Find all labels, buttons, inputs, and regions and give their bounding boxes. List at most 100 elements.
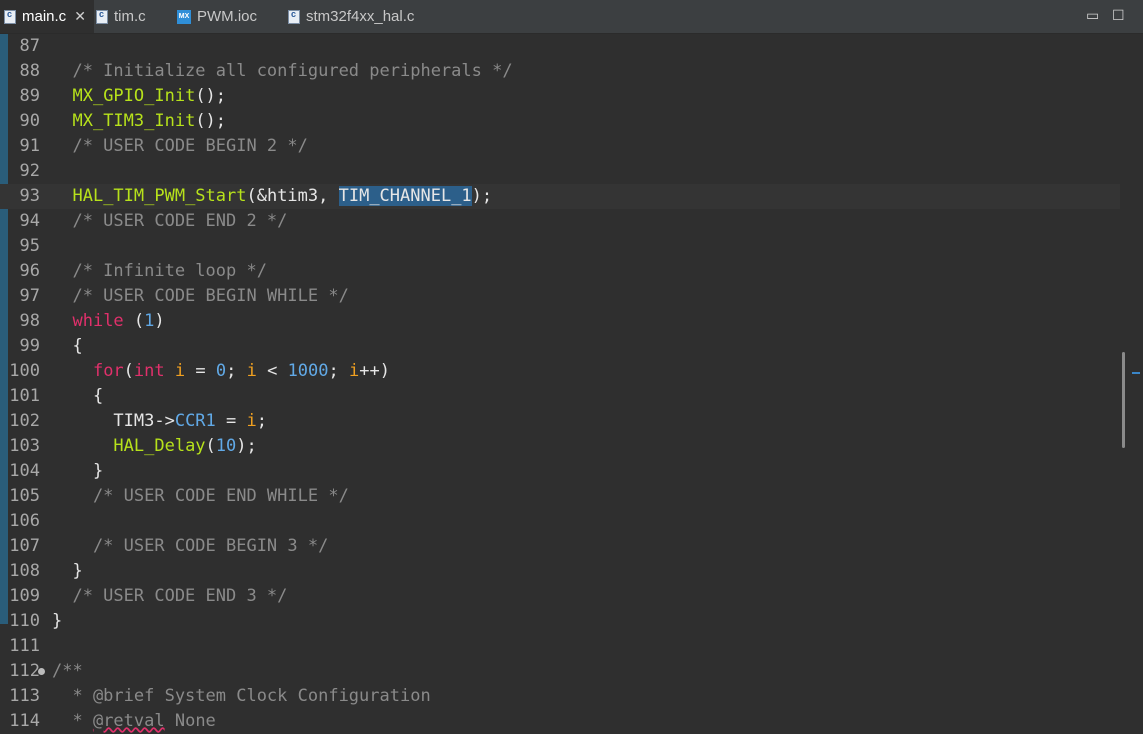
code-line: 94 /* USER CODE END 2 */ <box>0 209 1120 234</box>
line-number: 96 <box>19 261 40 281</box>
code-text: /* USER CODE END 3 */ <box>52 586 288 606</box>
line-number: 110 <box>9 611 40 631</box>
code-line: 89 MX_GPIO_Init(); <box>0 84 1120 109</box>
code-text: } <box>52 611 63 631</box>
line-number: 100 <box>9 361 40 381</box>
code-line: 112 /** <box>0 659 1120 684</box>
code-text: /* USER CODE END 2 */ <box>52 211 288 231</box>
code-text: { <box>52 336 83 356</box>
line-number: 103 <box>9 436 40 456</box>
code-editor[interactable]: 87 88 /* Initialize all configured perip… <box>0 34 1120 734</box>
line-number: 109 <box>9 586 40 606</box>
line-number: 95 <box>19 236 40 256</box>
code-line: 97 /* USER CODE BEGIN WHILE */ <box>0 284 1120 309</box>
text-selection: TIM_CHANNEL_1 <box>338 186 472 206</box>
code-text: /* USER CODE BEGIN WHILE */ <box>52 286 349 306</box>
code-line: 92 <box>0 159 1120 184</box>
code-text: * @retval None <box>52 711 216 731</box>
line-number: 89 <box>19 86 40 106</box>
code-line: 105 /* USER CODE END WHILE */ <box>0 484 1120 509</box>
code-line: 88 /* Initialize all configured peripher… <box>0 59 1120 84</box>
c-file-icon <box>96 9 108 24</box>
code-text: /* USER CODE BEGIN 2 */ <box>52 136 308 156</box>
c-file-icon <box>4 9 16 24</box>
close-icon[interactable]: ✕ <box>74 8 86 25</box>
line-number: 113 <box>9 686 40 706</box>
code-text: HAL_TIM_PWM_Start(&htim3, TIM_CHANNEL_1)… <box>72 186 493 206</box>
line-number: 87 <box>19 36 40 56</box>
code-text: /** <box>52 661 83 681</box>
line-number: 92 <box>19 161 40 181</box>
editor-tab-bar: main.c ✕ tim.c MX PWM.ioc stm32f4xx_hal.… <box>0 0 1143 34</box>
code-text: /* USER CODE BEGIN 3 */ <box>52 536 329 556</box>
line-number: 94 <box>19 211 40 231</box>
code-line: 90 MX_TIM3_Init(); <box>0 109 1120 134</box>
code-line: 101 { <box>0 384 1120 409</box>
line-number: 104 <box>9 461 40 481</box>
line-number: 112 <box>9 661 40 681</box>
code-line: 103 HAL_Delay(10); <box>0 434 1120 459</box>
line-number: 98 <box>19 311 40 331</box>
code-line: 114 * @retval None <box>0 709 1120 734</box>
tab-main-c[interactable]: main.c ✕ <box>0 0 94 33</box>
code-line: 100 for(int i = 0; i < 1000; i++) <box>0 359 1120 384</box>
line-number: 105 <box>9 486 40 506</box>
line-number: 102 <box>9 411 40 431</box>
code-text: } <box>52 461 104 481</box>
code-text: /* Infinite loop */ <box>52 261 267 281</box>
line-number: 111 <box>9 636 40 656</box>
code-line: 104 } <box>0 459 1120 484</box>
line-number: 114 <box>9 711 40 731</box>
tab-stm32f4xx-hal-c[interactable]: stm32f4xx_hal.c <box>288 0 414 33</box>
code-line: 113 * @brief System Clock Configuration <box>0 684 1120 709</box>
code-line: 106 <box>0 509 1120 534</box>
code-text: /* Initialize all configured peripherals… <box>52 61 513 81</box>
code-line: 91 /* USER CODE BEGIN 2 */ <box>0 134 1120 159</box>
line-number: 93 <box>19 186 40 206</box>
line-number: 88 <box>19 61 40 81</box>
code-line: 108 } <box>0 559 1120 584</box>
tab-label: stm32f4xx_hal.c <box>306 8 415 25</box>
line-number: 90 <box>19 111 40 131</box>
tab-tim-c[interactable]: tim.c <box>96 0 146 33</box>
code-line: 109 /* USER CODE END 3 */ <box>0 584 1120 609</box>
tab-label: PWM.ioc <box>197 8 257 25</box>
line-number: 108 <box>9 561 40 581</box>
code-line: 107 /* USER CODE BEGIN 3 */ <box>0 534 1120 559</box>
code-text: for(int i = 0; i < 1000; i++) <box>92 361 390 381</box>
maximize-icon[interactable]: ☐ <box>1112 7 1125 24</box>
c-file-icon <box>288 9 300 24</box>
code-text: * @brief System Clock Configuration <box>52 686 431 706</box>
tab-label: main.c <box>22 8 67 25</box>
fold-toggle-icon[interactable] <box>38 668 45 675</box>
code-text: MX_GPIO_Init(); <box>72 86 227 106</box>
minimize-icon[interactable]: ▭ <box>1086 7 1099 24</box>
code-line: 98 while (1) <box>0 309 1120 334</box>
code-line: 96 /* Infinite loop */ <box>0 259 1120 284</box>
code-text: } <box>52 561 83 581</box>
code-text: while (1) <box>72 311 165 331</box>
code-line: 95 <box>0 234 1120 259</box>
code-text: /* USER CODE END WHILE */ <box>52 486 349 506</box>
line-number: 107 <box>9 536 40 556</box>
tab-pwm-ioc[interactable]: MX PWM.ioc <box>177 0 257 33</box>
line-number: 97 <box>19 286 40 306</box>
line-number: 106 <box>9 511 40 531</box>
code-line: 102 TIM3->CCR1 = i; <box>0 409 1120 434</box>
code-text: { <box>52 386 104 406</box>
overview-ruler-mark[interactable] <box>1132 372 1140 374</box>
code-line: 111 <box>0 634 1120 659</box>
line-number: 99 <box>19 336 40 356</box>
tab-label: tim.c <box>114 8 146 25</box>
code-line-current: 93 HAL_TIM_PWM_Start(&htim3, TIM_CHANNEL… <box>0 184 1120 209</box>
code-text: HAL_Delay(10); <box>113 436 257 456</box>
code-line: 99 { <box>0 334 1120 359</box>
line-number: 101 <box>9 386 40 406</box>
code-text: TIM3->CCR1 = i; <box>52 411 267 431</box>
code-line: 87 <box>0 34 1120 59</box>
mx-ioc-icon: MX <box>177 9 191 24</box>
code-line: 110} <box>0 609 1120 634</box>
line-number: 91 <box>19 136 40 156</box>
vertical-scrollbar[interactable] <box>1122 352 1125 448</box>
code-text: MX_TIM3_Init(); <box>72 111 227 131</box>
